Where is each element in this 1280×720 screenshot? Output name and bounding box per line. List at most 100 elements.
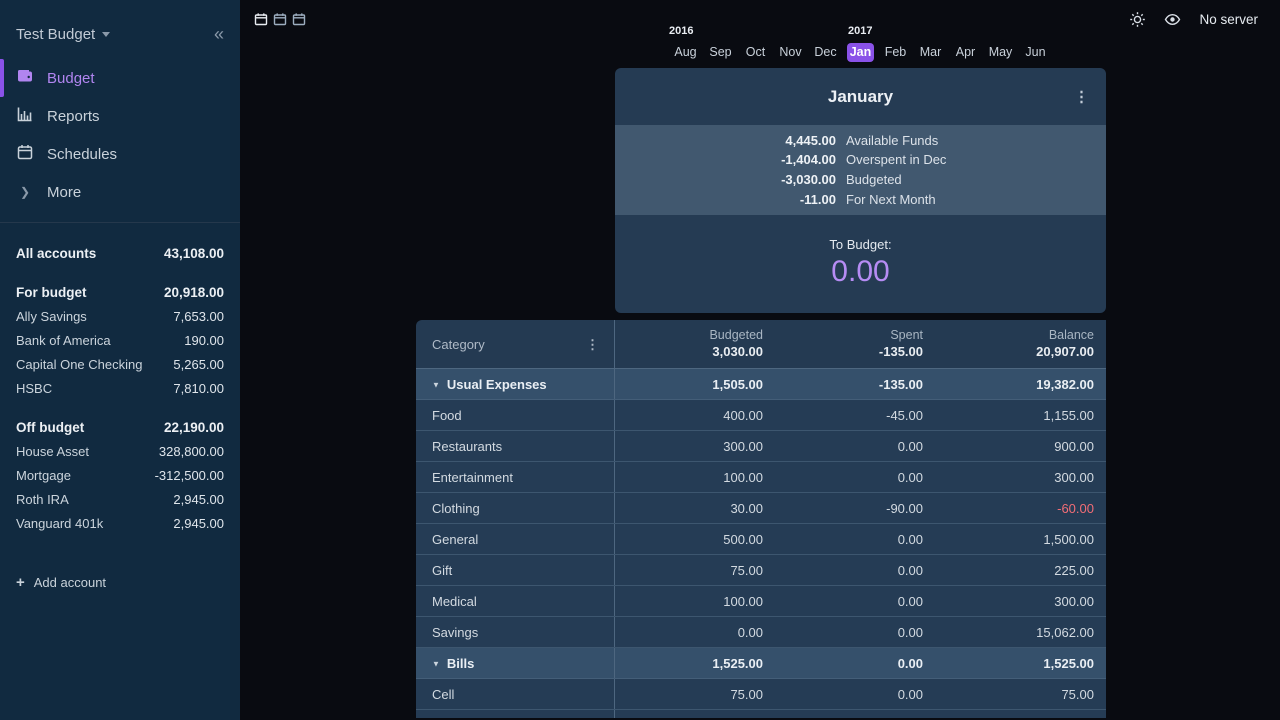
month-tab[interactable]: May — [987, 43, 1014, 62]
nav-item-schedules[interactable]: Schedules — [0, 135, 240, 173]
account-row[interactable]: HSBC 7,810.00 — [16, 376, 224, 400]
balance-cell[interactable]: 15,062.00 — [935, 617, 1106, 647]
balance-cell[interactable]: 75.00 — [935, 679, 1106, 709]
budgeted-cell[interactable]: 1,525.00 — [615, 648, 775, 678]
budgeted-cell[interactable]: 30.00 — [615, 493, 775, 523]
nav-item-more[interactable]: ❯ More — [0, 173, 240, 211]
category-name-cell[interactable]: ▼ Cell — [416, 679, 615, 709]
balance-cell[interactable]: 225.00 — [935, 555, 1106, 585]
budgeted-cell[interactable]: 500.00 — [615, 524, 775, 554]
spent-cell[interactable]: 0.00 — [775, 431, 935, 461]
balance-cell[interactable]: 300.00 — [935, 462, 1106, 492]
budgeted-cell[interactable]: 400.00 — [615, 400, 775, 430]
account-row[interactable]: Vanguard 401k 2,945.00 — [16, 511, 224, 535]
privacy-eye-icon[interactable] — [1164, 11, 1181, 28]
account-row[interactable]: Capital One Checking 5,265.00 — [16, 352, 224, 376]
summary-amount[interactable]: -11.00 — [615, 190, 836, 210]
spent-cell[interactable]: -90.00 — [775, 493, 935, 523]
server-status-button[interactable]: No server — [1199, 12, 1258, 27]
collapse-sidebar-icon[interactable]: « — [214, 25, 224, 43]
spent-cell[interactable]: 0.00 — [775, 617, 935, 647]
account-balance: 190.00 — [184, 333, 224, 348]
budgeted-cell[interactable]: 100.00 — [615, 586, 775, 616]
budgeted-cell[interactable]: 1,505.00 — [615, 369, 775, 399]
budgeted-cell[interactable]: 100.00 — [615, 462, 775, 492]
balance-cell[interactable]: -60.00 — [935, 493, 1106, 523]
month-tab[interactable]: Feb — [882, 43, 909, 62]
account-row[interactable]: For budget 20,918.00 — [16, 280, 224, 304]
month-title: January — [828, 87, 893, 107]
budget-file-title: Test Budget — [16, 26, 95, 43]
calendar-icon — [16, 143, 34, 165]
month-tab[interactable]: Apr — [952, 43, 979, 62]
category-name-cell[interactable]: ▼ Clothing — [416, 493, 615, 523]
calendar-view-icon[interactable] — [273, 12, 287, 26]
account-row[interactable]: Mortgage -312,500.00 — [16, 463, 224, 487]
category-name-cell[interactable]: ▼ Restaurants — [416, 431, 615, 461]
balance-cell[interactable]: 900.00 — [935, 431, 1106, 461]
to-budget-amount[interactable]: 0.00 — [615, 255, 1106, 289]
add-account-button[interactable]: + Add account — [16, 570, 224, 594]
category-name-cell[interactable]: ▼ — [416, 710, 615, 718]
spent-cell[interactable]: -45.00 — [775, 400, 935, 430]
spent-cell[interactable]: 0.00 — [775, 524, 935, 554]
balance-cell[interactable]: 1,500.00 — [935, 524, 1106, 554]
category-menu-dots-icon[interactable]: ⋮ — [586, 338, 599, 351]
category-name-cell[interactable]: ▼ General — [416, 524, 615, 554]
month-tab[interactable]: Oct — [742, 43, 769, 62]
to-budget-section[interactable]: To Budget: 0.00 — [615, 215, 1106, 313]
balance-cell[interactable]: 1,155.00 — [935, 400, 1106, 430]
spent-cell[interactable]: 0.00 — [775, 586, 935, 616]
month-view-buttons — [254, 12, 306, 26]
spent-cell[interactable]: 0.00 — [775, 679, 935, 709]
account-list: All accounts 43,108.00 For budget 20,918… — [0, 223, 240, 535]
caret-down-icon[interactable]: ▼ — [432, 380, 440, 389]
month-tab[interactable]: Aug — [672, 43, 699, 62]
calendar-view-icon[interactable] — [254, 12, 268, 26]
account-name: Capital One Checking — [16, 357, 142, 372]
category-name-cell[interactable]: ▼ Entertainment — [416, 462, 615, 492]
nav-item-reports[interactable]: Reports — [0, 97, 240, 135]
budgeted-cell[interactable]: 0.00 — [615, 617, 775, 647]
account-row[interactable]: Bank of America 190.00 — [16, 328, 224, 352]
budgeted-cell[interactable]: 75.00 — [615, 679, 775, 709]
category-name-cell[interactable]: ▼ Usual Expenses — [416, 369, 615, 399]
account-row[interactable]: Ally Savings 7,653.00 — [16, 304, 224, 328]
balance-cell[interactable]: 300.00 — [935, 586, 1106, 616]
month-tab[interactable]: Dec — [812, 43, 839, 62]
account-row[interactable]: Roth IRA 2,945.00 — [16, 487, 224, 511]
budgeted-cell[interactable]: 75.00 — [615, 555, 775, 585]
theme-sun-icon[interactable] — [1129, 11, 1146, 28]
budgeted-cell[interactable]: 300.00 — [615, 431, 775, 461]
account-row[interactable]: All accounts 43,108.00 — [16, 241, 224, 265]
category-name-cell[interactable]: ▼ Bills — [416, 648, 615, 678]
spent-cell[interactable]: 0.00 — [775, 555, 935, 585]
month-tab[interactable]: Nov — [777, 43, 804, 62]
month-tab[interactable]: Jan — [847, 43, 874, 62]
account-row[interactable]: Off budget 22,190.00 — [16, 415, 224, 439]
category-header-label: Category — [432, 337, 485, 352]
balance-cell[interactable]: 1,525.00 — [935, 648, 1106, 678]
spent-cell[interactable]: -135.00 — [775, 369, 935, 399]
budget-file-menu[interactable]: Test Budget — [16, 26, 110, 43]
selected-indicator — [0, 59, 4, 97]
category-name-cell[interactable]: ▼ Savings — [416, 617, 615, 647]
account-row[interactable]: House Asset 328,800.00 — [16, 439, 224, 463]
summary-amount[interactable]: -3,030.00 — [615, 170, 836, 190]
category-name-cell[interactable]: ▼ Food — [416, 400, 615, 430]
summary-amount[interactable]: 4,445.00 — [615, 131, 836, 151]
month-tab[interactable]: Mar — [917, 43, 944, 62]
balance-cell[interactable]: 19,382.00 — [935, 369, 1106, 399]
summary-amount[interactable]: -1,404.00 — [615, 150, 836, 170]
month-menu-dots-icon[interactable]: ⋮ — [1074, 89, 1089, 104]
spent-cell[interactable]: 0.00 — [775, 648, 935, 678]
month-tab[interactable]: Sep — [707, 43, 734, 62]
caret-down-icon[interactable]: ▼ — [432, 659, 440, 668]
category-name-cell[interactable]: ▼ Gift — [416, 555, 615, 585]
category-row: ▼ Gift 75.00 0.00 225.00 — [416, 555, 1106, 586]
nav-item-budget[interactable]: Budget — [0, 59, 240, 97]
category-name-cell[interactable]: ▼ Medical — [416, 586, 615, 616]
calendar-view-icon[interactable] — [292, 12, 306, 26]
month-tab[interactable]: Jun — [1022, 43, 1049, 62]
spent-cell[interactable]: 0.00 — [775, 462, 935, 492]
